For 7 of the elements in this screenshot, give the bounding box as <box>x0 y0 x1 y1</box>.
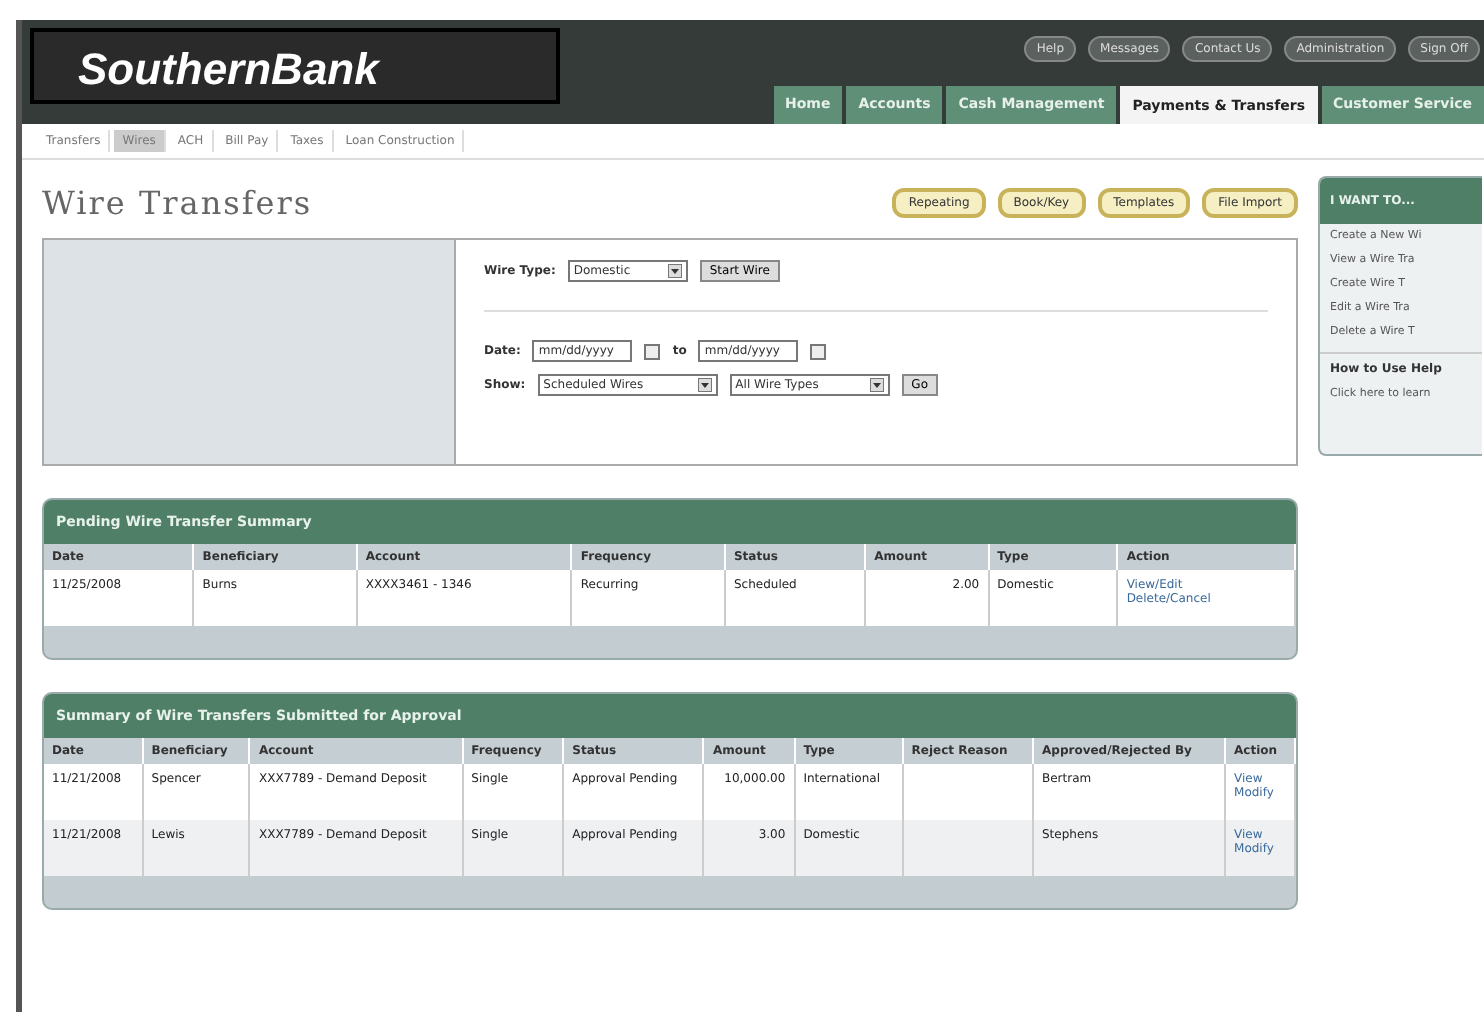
calendar-icon[interactable] <box>644 343 661 359</box>
bank-logo: SouthernBank <box>30 28 560 104</box>
dropdown-caret-icon[interactable] <box>869 378 884 392</box>
page-title: Wire Transfers <box>42 184 313 222</box>
dropdown-caret-icon[interactable] <box>697 378 712 392</box>
calendar-icon[interactable] <box>810 343 827 359</box>
dropdown-caret-icon[interactable] <box>667 264 682 278</box>
